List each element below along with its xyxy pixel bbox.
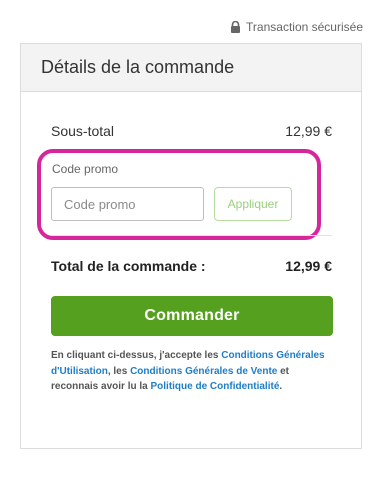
- order-details-panel: Détails de la commande Sous-total 12,99 …: [20, 43, 362, 449]
- legal-text-1: En cliquant ci-dessus, j'accepte les: [51, 350, 222, 361]
- promo-code-label: Code promo: [52, 162, 119, 176]
- secure-transaction-text: Transaction sécurisée: [246, 20, 363, 34]
- subtotal-row: Sous-total 12,99 €: [51, 123, 332, 139]
- panel-title: Détails de la commande: [41, 57, 235, 77]
- terms-of-sale-link[interactable]: Conditions Générales de Vente: [130, 366, 277, 377]
- promo-code-input[interactable]: [51, 187, 204, 221]
- lock-icon: [230, 20, 241, 33]
- order-total-value: 12,99 €: [285, 258, 332, 274]
- legal-text-4: .: [279, 381, 283, 392]
- secure-transaction-notice: Transaction sécurisée: [230, 20, 363, 34]
- legal-text-2: , les: [107, 365, 131, 377]
- order-total-row: Total de la commande : 12,99 €: [51, 258, 332, 274]
- order-total-label: Total de la commande :: [51, 258, 206, 274]
- subtotal-value: 12,99 €: [285, 123, 332, 139]
- panel-header: Détails de la commande: [21, 44, 361, 92]
- privacy-policy-link[interactable]: Politique de Confidentialité: [150, 381, 279, 392]
- legal-notice: En cliquant ci-dessus, j'accepte les Con…: [51, 348, 335, 395]
- apply-promo-button[interactable]: Appliquer: [214, 187, 292, 221]
- order-button[interactable]: Commander: [51, 296, 333, 336]
- divider: [51, 235, 332, 236]
- subtotal-label: Sous-total: [51, 123, 115, 139]
